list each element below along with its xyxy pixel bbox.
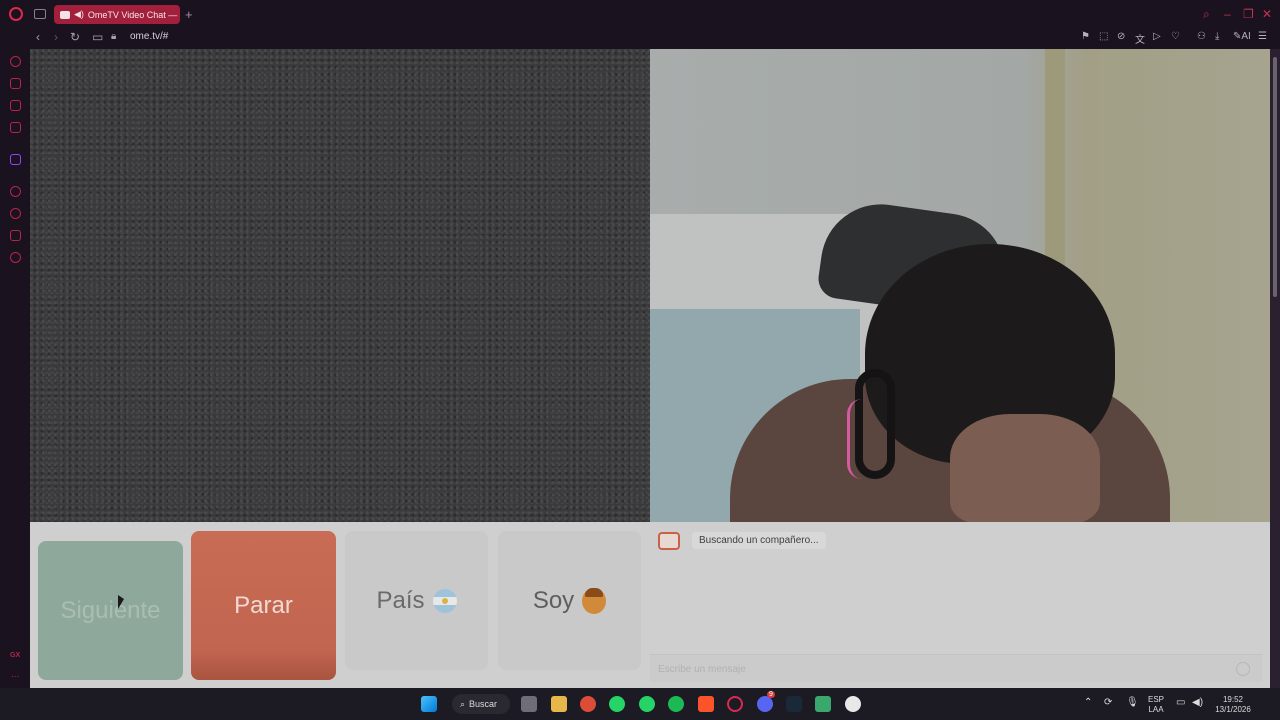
- mouse-cursor-icon: [118, 595, 124, 609]
- search-icon: ⌕: [460, 698, 466, 709]
- emoji-icon[interactable]: [1236, 662, 1250, 676]
- twitch-icon[interactable]: [10, 154, 21, 165]
- new-tab-button[interactable]: +: [185, 7, 193, 22]
- network-icon[interactable]: ▭: [1176, 698, 1185, 708]
- windows-start-icon[interactable]: [421, 696, 437, 712]
- forward-icon[interactable]: ›: [54, 30, 58, 44]
- taskbar-search-label: Buscar: [469, 699, 498, 709]
- close-button[interactable]: ✕: [1262, 7, 1272, 21]
- settings-icon[interactable]: [10, 252, 21, 263]
- app-icon[interactable]: [815, 696, 831, 712]
- tab-title: OmeTV Video Chat —: [87, 9, 178, 20]
- gx-corner-icon[interactable]: [10, 56, 21, 67]
- address-bar: ‹ › ↻ ▭ 🔒︎ ome.tv/# ⚑ ⬚ ⊘ 文 ▷ ♡ ⚇ ⤓ ✎AI …: [0, 28, 1280, 49]
- mic-icon[interactable]: 🎙︎: [1126, 698, 1139, 708]
- obs-icon[interactable]: [845, 696, 861, 712]
- scrollbar-thumb[interactable]: [1273, 57, 1277, 297]
- back-icon[interactable]: ‹: [36, 30, 40, 44]
- tab-islands-icon[interactable]: [34, 9, 46, 19]
- country-button[interactable]: País: [345, 531, 488, 670]
- clock[interactable]: 19:52 13/1/2026: [1208, 695, 1258, 715]
- gender-label: Soy: [532, 586, 575, 614]
- next-label: Siguiente: [60, 596, 161, 624]
- chat-panel: Buscando un compañero... Escribe un mens…: [650, 522, 1270, 688]
- bag-icon[interactable]: [10, 78, 21, 89]
- country-label: País: [376, 586, 425, 614]
- tab-ometv[interactable]: ◀) OmeTV Video Chat —: [54, 5, 180, 24]
- snapshot-icon[interactable]: ⬚: [1099, 31, 1108, 42]
- webcam-person-face: [950, 414, 1100, 522]
- aria-ai-label: AI: [1241, 31, 1251, 42]
- player-icon[interactable]: [10, 186, 21, 197]
- ometv-logo-icon: [658, 532, 680, 550]
- chrome-icon[interactable]: [580, 696, 596, 712]
- chat-controls: Siguiente Parar País Soy Buscando un com…: [30, 522, 1270, 688]
- aria-ai-button[interactable]: ✎AI: [1233, 31, 1251, 42]
- message-input-placeholder: Escribe un mensaje: [658, 664, 746, 675]
- whatsapp-beta-icon[interactable]: [639, 696, 655, 712]
- heart-icon[interactable]: ♡: [1171, 31, 1180, 42]
- stop-label: Parar: [234, 591, 293, 619]
- tray-chevron-icon[interactable]: ⌃: [1084, 698, 1092, 708]
- lock-icon[interactable]: 🔒︎: [111, 31, 116, 42]
- translate-icon[interactable]: 文: [1135, 31, 1145, 46]
- browser-sidebar: GX ...: [0, 49, 30, 688]
- browser-tab-bar: ◀) OmeTV Video Chat — + ⌕ – ❐ ✕: [0, 0, 1280, 28]
- taskbar-search[interactable]: ⌕ Buscar: [452, 694, 510, 714]
- url-field[interactable]: ome.tv/#: [130, 31, 168, 42]
- speaker-icon[interactable]: ◀): [74, 9, 84, 20]
- argentina-flag-icon: [432, 588, 457, 613]
- next-button[interactable]: Siguiente: [38, 541, 183, 680]
- opera-logo-icon[interactable]: [9, 7, 23, 21]
- account-icon[interactable]: ⚇: [1197, 31, 1206, 42]
- discord-icon[interactable]: 9: [757, 691, 775, 712]
- sidebar-more-icon[interactable]: ...: [11, 669, 19, 680]
- sync-icon[interactable]: ⟳: [1104, 698, 1112, 708]
- spotify-icon[interactable]: [668, 696, 684, 712]
- extensions-icon[interactable]: [10, 230, 21, 241]
- task-view-icon[interactable]: [521, 696, 537, 712]
- bookmark-icon[interactable]: ⚑: [1081, 31, 1090, 42]
- discord-badge: 9: [767, 691, 775, 698]
- language-secondary: LAA: [1148, 705, 1164, 714]
- file-explorer-icon[interactable]: [551, 696, 567, 712]
- steam-icon[interactable]: [786, 696, 802, 712]
- camera-icon[interactable]: ▭: [92, 30, 103, 44]
- message-input[interactable]: Escribe un mensaje: [650, 654, 1262, 682]
- gender-button[interactable]: Soy: [498, 531, 641, 670]
- windows-taskbar: ⌕ Buscar 9 ⌃ ⟳ 🎙︎ ESP LAA ▭ ◀) 19:52 13/…: [0, 688, 1280, 720]
- menu-icon[interactable]: ☰: [1258, 31, 1267, 42]
- download-icon[interactable]: ⤓: [1215, 31, 1219, 42]
- adblock-icon[interactable]: ⊘: [1117, 31, 1125, 42]
- minimize-button[interactable]: –: [1224, 7, 1231, 21]
- play-icon[interactable]: ▷: [1153, 31, 1161, 42]
- opera-gx-taskbar-icon[interactable]: [727, 696, 743, 712]
- partner-video-static: [30, 49, 650, 522]
- clock-date: 13/1/2026: [1215, 705, 1251, 714]
- history-icon[interactable]: [10, 208, 21, 219]
- webcam-headset-light: [847, 399, 877, 479]
- tab-favicon-icon: [60, 10, 70, 19]
- volume-icon[interactable]: ◀): [1192, 698, 1203, 708]
- clock-time: 19:52: [1222, 695, 1244, 704]
- gx-logo[interactable]: GX: [10, 652, 20, 659]
- language-primary: ESP: [1147, 695, 1164, 704]
- whatsapp-icon[interactable]: [609, 696, 625, 712]
- brave-icon[interactable]: [698, 696, 714, 712]
- boy-emoji-icon: [582, 587, 607, 614]
- news-icon[interactable]: [10, 122, 21, 133]
- self-webcam-video: [650, 49, 1270, 522]
- reload-icon[interactable]: ↻: [70, 30, 80, 44]
- status-message: Buscando un compañero...: [692, 532, 826, 549]
- page-scrollbar[interactable]: [1270, 49, 1280, 688]
- language-indicator[interactable]: ESP LAA: [1146, 695, 1166, 715]
- search-tabs-icon[interactable]: ⌕: [1203, 7, 1210, 22]
- controller-icon[interactable]: [10, 100, 21, 111]
- restore-button[interactable]: ❐: [1243, 7, 1254, 21]
- stop-button[interactable]: Parar: [191, 531, 336, 680]
